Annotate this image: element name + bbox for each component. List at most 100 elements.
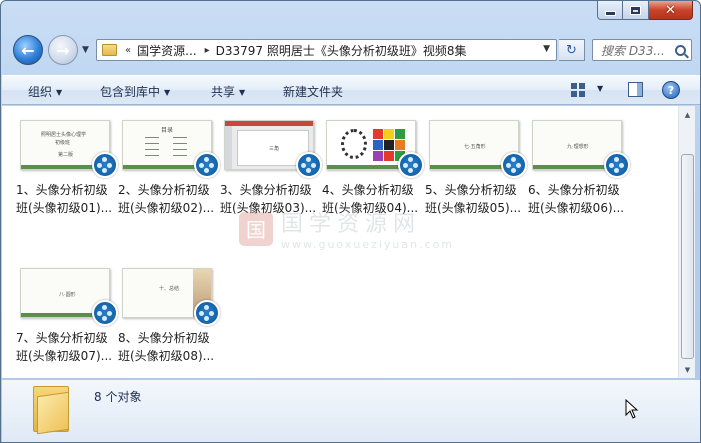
refresh-icon: ↻ — [566, 42, 577, 58]
thumb-text: 三角 — [269, 146, 280, 152]
file-name-line1: 8、头像分析初级 — [118, 331, 210, 345]
chevron-down-icon: ▼ — [164, 88, 171, 97]
file-item[interactable]: 七·五角形 5、头像分析初级 班(头像初级05)... — [425, 120, 529, 226]
thumb-text: 照明居士头像心理学 — [41, 132, 87, 138]
file-name-line2: 班(头像初级07)... — [16, 349, 113, 363]
video-player-icon — [92, 300, 118, 326]
chevron-down-icon: ▼ — [239, 88, 246, 97]
file-name-line2: 班(头像初级04)... — [322, 201, 419, 215]
video-player-icon — [501, 152, 527, 178]
item-count: 8 个对象 — [94, 390, 142, 404]
explorer-window: ✕ ← → ▼ « 国学资源... ▸ D33797 照明居士《头像分析初级班》… — [0, 0, 701, 443]
address-bar[interactable]: « 国学资源... ▸ D33797 照明居士《头像分析初级班》视频8集 ▼ — [96, 39, 557, 61]
address-dropdown-icon[interactable]: ▼ — [543, 44, 550, 54]
search-input[interactable]: 搜索 D33... — [592, 39, 692, 61]
share-label: 共享 — [211, 85, 236, 99]
forward-arrow-icon: → — [56, 40, 70, 60]
organize-menu-button[interactable]: 组织 ▼ — [28, 83, 62, 100]
file-name: 5、头像分析初级 班(头像初级05)... — [425, 181, 531, 217]
maximize-icon — [630, 5, 641, 15]
recent-pages-dropdown-icon[interactable]: ▼ — [82, 45, 89, 55]
vertical-scrollbar[interactable]: ▲ ▼ — [678, 106, 695, 378]
chevron-down-icon: ▼ — [56, 88, 63, 97]
scrollbar-thumb[interactable] — [681, 154, 694, 359]
new-folder-label: 新建文件夹 — [283, 85, 344, 99]
minimize-button[interactable] — [597, 1, 623, 20]
details-pane: 8 个对象 — [2, 379, 700, 442]
thumb-text: 第二版 — [58, 152, 74, 158]
organize-label: 组织 — [28, 85, 53, 99]
file-list[interactable]: 照明居士头像心理学 初级班 第二版 1、头像分析初级 班(头像初级01)... … — [2, 106, 678, 378]
file-name-line1: 3、头像分析初级 — [220, 183, 312, 197]
file-name: 6、头像分析初级 班(头像初级06)... — [528, 181, 634, 217]
file-item[interactable]: 十、总结 8、头像分析初级 班(头像初级08)... — [118, 268, 222, 374]
file-name: 3、头像分析初级 班(头像初级03)... — [220, 181, 326, 217]
video-player-icon — [398, 152, 424, 178]
thumb-text: 七·五角形 — [464, 144, 486, 150]
caption-buttons: ✕ — [597, 1, 693, 20]
file-name-line1: 6、头像分析初级 — [528, 183, 620, 197]
refresh-button[interactable]: ↻ — [559, 39, 585, 61]
thumb-text: 目录 — [161, 127, 174, 134]
file-name-line2: 班(头像初级03)... — [220, 201, 317, 215]
preview-pane-icon[interactable] — [628, 82, 643, 97]
breadcrumb-arrow-icon[interactable]: ▸ — [205, 45, 210, 56]
help-icon[interactable]: ? — [662, 81, 680, 99]
view-options-dropdown-icon[interactable]: ▼ — [597, 84, 603, 93]
video-player-icon — [296, 152, 322, 178]
forward-button[interactable]: → — [48, 35, 78, 65]
file-name: 2、头像分析初级 班(头像初级02)... — [118, 181, 224, 217]
navigation-bar: ← → ▼ « 国学资源... ▸ D33797 照明居士《头像分析初级班》视频… — [1, 31, 700, 71]
video-player-icon — [194, 300, 220, 326]
watermark-url: www.guoxueziyuan.com — [281, 238, 455, 251]
include-library-label: 包含到库中 — [100, 85, 161, 99]
video-player-icon — [604, 152, 630, 178]
search-icon[interactable] — [675, 44, 686, 56]
thumb-text: 九·理想形 — [567, 144, 589, 150]
change-view-icon[interactable] — [571, 83, 585, 97]
file-item[interactable]: 八·圆形 7、头像分析初级 班(头像初级07)... — [16, 268, 120, 374]
file-item[interactable]: 九·理想形 6、头像分析初级 班(头像初级06)... — [528, 120, 632, 226]
file-name: 1、头像分析初级 班(头像初级01)... — [16, 181, 122, 217]
thumb-text: 初级班 — [55, 140, 71, 146]
file-name: 4、头像分析初级 班(头像初级04)... — [322, 181, 428, 217]
thumb-text: 八·圆形 — [59, 292, 76, 298]
share-button[interactable]: 共享 ▼ — [211, 83, 245, 100]
minimize-icon — [604, 10, 616, 16]
mouse-cursor-icon — [625, 398, 639, 422]
file-name-line1: 2、头像分析初级 — [118, 183, 210, 197]
file-name-line1: 4、头像分析初级 — [322, 183, 414, 197]
video-player-icon — [194, 152, 220, 178]
file-name: 8、头像分析初级 班(头像初级08)... — [118, 329, 224, 365]
breadcrumb-item-parent[interactable]: 国学资源... — [137, 42, 196, 59]
breadcrumb-item-current[interactable]: D33797 照明居士《头像分析初级班》视频8集 — [216, 42, 467, 59]
folder-icon — [33, 386, 69, 435]
file-name-line2: 班(头像初级02)... — [118, 201, 215, 215]
back-arrow-icon: ← — [21, 40, 35, 60]
scroll-down-arrow-icon[interactable]: ▼ — [679, 361, 696, 378]
file-name-line1: 5、头像分析初级 — [425, 183, 517, 197]
thumb-text: 十、总结 — [159, 286, 180, 292]
search-placeholder: 搜索 D33... — [601, 43, 665, 58]
folder-icon — [102, 44, 117, 56]
file-item[interactable]: 三角 3、头像分析初级 班(头像初级03)... — [220, 120, 324, 226]
breadcrumb-overflow-button[interactable]: « — [125, 45, 131, 56]
close-button[interactable]: ✕ — [649, 1, 693, 20]
file-item[interactable]: 目录 2、头像分析初级 班(头像初级02)... — [118, 120, 222, 226]
file-name: 7、头像分析初级 班(头像初级07)... — [16, 329, 122, 365]
video-player-icon — [92, 152, 118, 178]
include-in-library-button[interactable]: 包含到库中 ▼ — [100, 83, 170, 100]
command-bar: 组织 ▼ 包含到库中 ▼ 共享 ▼ 新建文件夹 ▼ ? — [2, 75, 700, 105]
file-name-line1: 1、头像分析初级 — [16, 183, 108, 197]
scroll-up-arrow-icon[interactable]: ▲ — [679, 106, 696, 123]
file-name-line2: 班(头像初级01)... — [16, 201, 113, 215]
maximize-button[interactable] — [623, 1, 649, 20]
file-item[interactable]: 照明居士头像心理学 初级班 第二版 1、头像分析初级 班(头像初级01)... — [16, 120, 120, 226]
file-name-line1: 7、头像分析初级 — [16, 331, 108, 345]
file-name-line2: 班(头像初级08)... — [118, 349, 215, 363]
new-folder-button[interactable]: 新建文件夹 — [283, 83, 343, 100]
file-name-line2: 班(头像初级05)... — [425, 201, 522, 215]
back-button[interactable]: ← — [13, 35, 43, 65]
file-name-line2: 班(头像初级06)... — [528, 201, 625, 215]
file-item[interactable]: 4、头像分析初级 班(头像初级04)... — [322, 120, 426, 226]
